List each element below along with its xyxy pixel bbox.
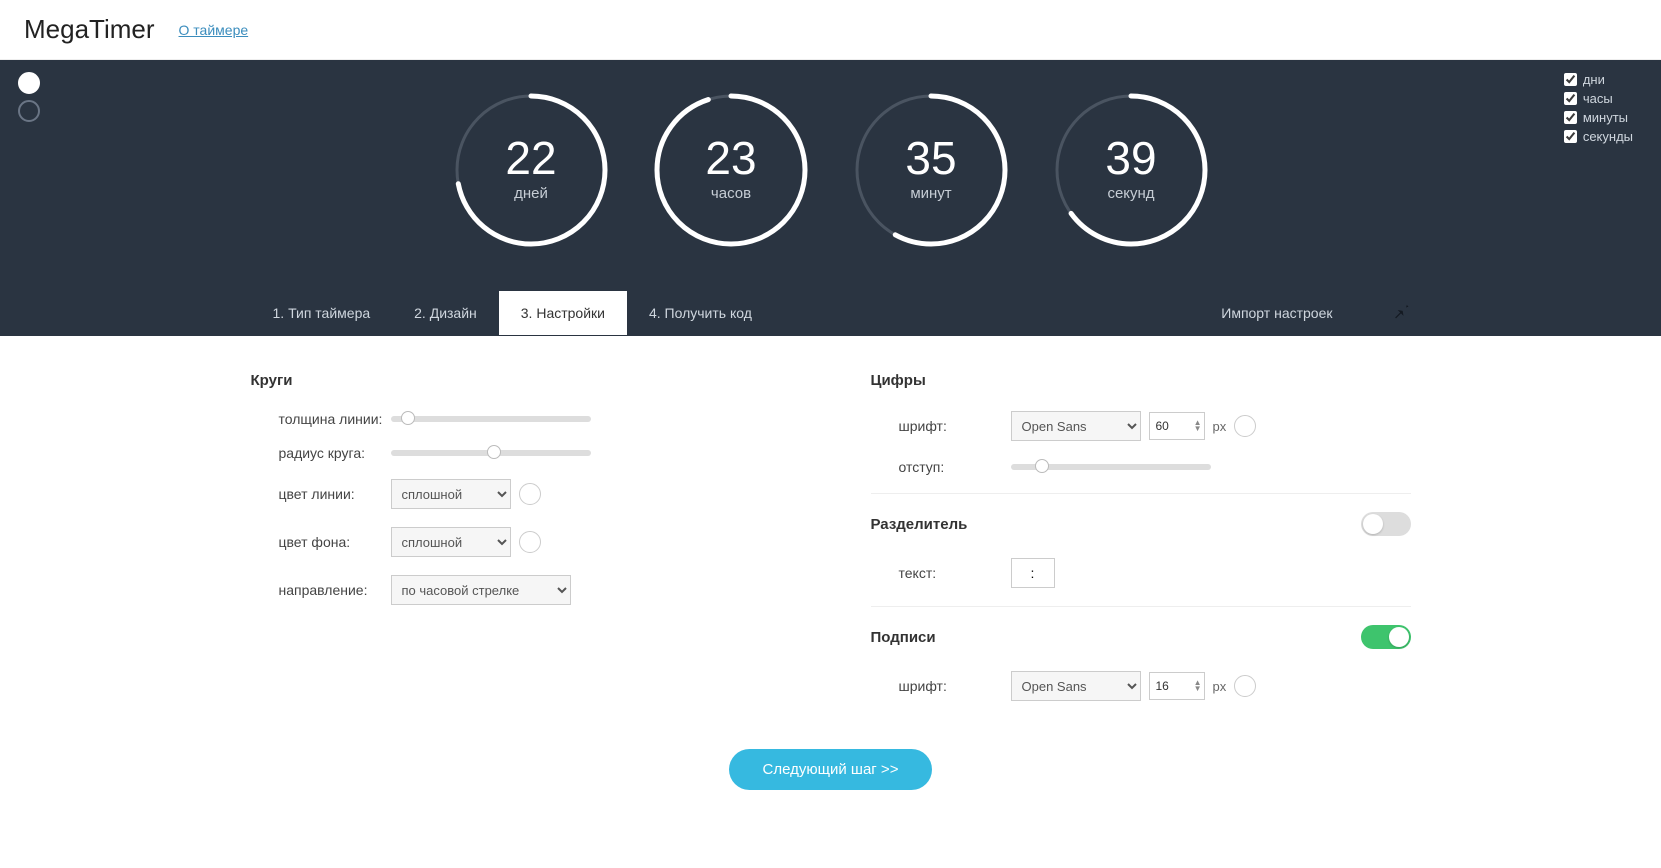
swatch-dark[interactable] [18,100,40,122]
digits-font-select[interactable]: Open Sans [1011,411,1141,441]
svg-text:22: 22 [505,132,556,184]
row-labels-font: шрифт: Open Sans 16 ▲▼ px [871,671,1411,701]
labels-size-value: 16 [1156,679,1169,693]
separator-toggle[interactable] [1361,512,1411,536]
line-color-label: цвет линии: [251,486,391,502]
px-label: px [1213,679,1227,694]
circles-title: Круги [251,372,791,389]
labels-color-picker[interactable] [1234,675,1256,697]
separator-title-text: Разделитель [871,516,968,533]
unit-checkbox[interactable]: минуты [1564,110,1633,125]
digits-title: Цифры [871,372,1411,389]
timer-ring: 39секунд [1051,90,1211,250]
row-direction: направление: по часовой стрелке [251,575,791,605]
thickness-slider[interactable] [391,416,591,422]
radius-slider[interactable] [391,450,591,456]
topbar: MegaTimer О таймере [0,0,1661,60]
tab-step-3[interactable]: 3. Настройки [499,291,627,335]
bg-swatches [18,72,40,122]
separator-text-input[interactable] [1011,558,1055,588]
direction-label: направление: [251,582,391,598]
next-step-button[interactable]: Следующий шаг >> [729,749,933,790]
logo: MegaTimer [24,14,155,45]
circles-column: Круги толщина линии: радиус круга: цвет … [251,372,791,719]
bg-color-select[interactable]: сплошной [391,527,511,557]
unit-checkboxes: дни часы минуты секунды [1564,72,1633,148]
offset-slider[interactable] [1011,464,1211,470]
settings-panel: Круги толщина линии: радиус круга: цвет … [231,336,1431,739]
unit-checkbox[interactable]: часы [1564,91,1633,106]
row-digits-offset: отступ: [871,459,1411,475]
labels-font-label: шрифт: [871,678,1011,694]
digits-color-picker[interactable] [1234,415,1256,437]
spin-down-icon[interactable]: ▼ [1194,686,1202,692]
labels-size-input[interactable]: 16 ▲▼ [1149,672,1205,700]
line-color-picker[interactable] [519,483,541,505]
bg-color-picker[interactable] [519,531,541,553]
thickness-label: толщина линии: [251,411,391,427]
labels-font-select[interactable]: Open Sans [1011,671,1141,701]
radius-label: радиус круга: [251,445,391,461]
svg-text:минут: минут [910,185,951,202]
labels-title: Подписи [871,625,1411,649]
separator-text-label: текст: [871,565,1011,581]
svg-text:дней: дней [514,185,548,202]
line-color-select[interactable]: сплошной [391,479,511,509]
px-label: px [1213,419,1227,434]
labels-title-text: Подписи [871,629,936,646]
direction-select[interactable]: по часовой стрелке [391,575,571,605]
unit-checkbox[interactable]: секунды [1564,129,1633,144]
row-line-color: цвет линии: сплошной [251,479,791,509]
row-thickness: толщина линии: [251,411,791,427]
timer-ring: 35минут [851,90,1011,250]
separator-title: Разделитель [871,512,1411,536]
timer-rings: 22дней23часов35минут39секунд [0,80,1661,290]
digits-size-input[interactable]: 60 ▲▼ [1149,412,1205,440]
swatch-white[interactable] [18,72,40,94]
timer-ring: 23часов [651,90,811,250]
about-link[interactable]: О таймере [179,22,249,38]
svg-text:часов: часов [710,185,750,202]
spin-down-icon[interactable]: ▼ [1194,426,1202,432]
unit-checkbox[interactable]: дни [1564,72,1633,87]
step-tabs: 1. Тип таймера2. Дизайн3. Настройки4. По… [231,290,1431,336]
pin-icon[interactable] [1381,290,1421,336]
svg-text:секунд: секунд [1107,185,1154,202]
digits-size-value: 60 [1156,419,1169,433]
svg-text:35: 35 [905,132,956,184]
right-column: Цифры шрифт: Open Sans 60 ▲▼ px отступ: … [871,372,1411,719]
timer-ring: 22дней [451,90,611,250]
import-settings-link[interactable]: Импорт настроек [1203,291,1350,335]
svg-text:23: 23 [705,132,756,184]
row-bg-color: цвет фона: сплошной [251,527,791,557]
bg-color-label: цвет фона: [251,534,391,550]
row-digits-font: шрифт: Open Sans 60 ▲▼ px [871,411,1411,441]
tab-step-2[interactable]: 2. Дизайн [392,291,499,335]
digits-offset-label: отступ: [871,459,1011,475]
svg-text:39: 39 [1105,132,1156,184]
row-separator-text: текст: [871,558,1411,588]
digits-font-label: шрифт: [871,418,1011,434]
preview-panel: дни часы минуты секунды 22дней23часов35м… [0,60,1661,336]
row-radius: радиус круга: [251,445,791,461]
labels-toggle[interactable] [1361,625,1411,649]
tab-step-4[interactable]: 4. Получить код [627,291,774,335]
tab-step-1[interactable]: 1. Тип таймера [251,291,393,335]
